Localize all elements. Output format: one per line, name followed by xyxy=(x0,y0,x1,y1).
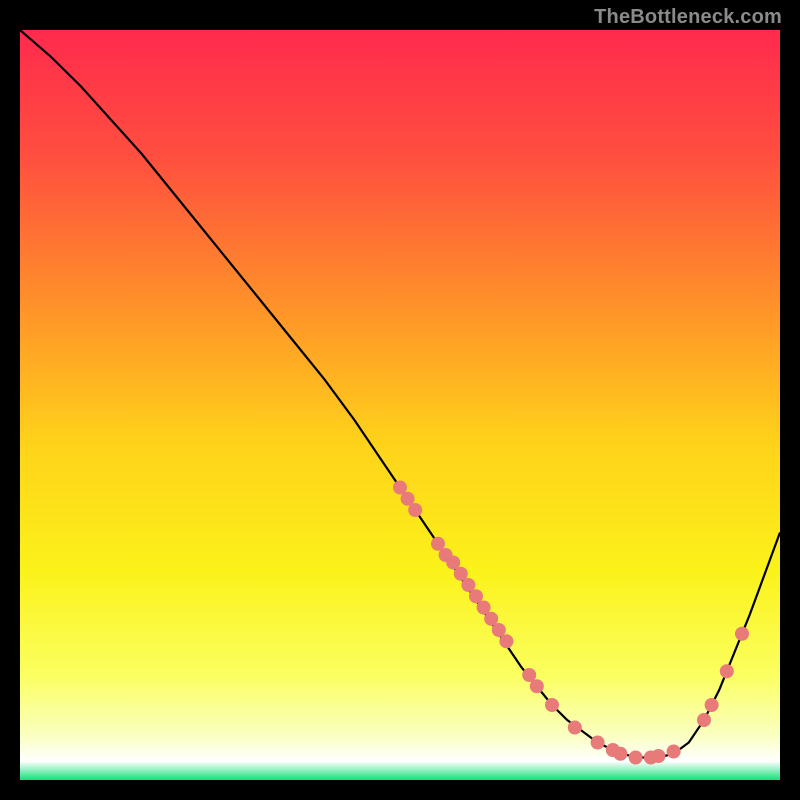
highlight-point xyxy=(705,698,719,712)
chart-container: TheBottleneck.com xyxy=(0,0,800,800)
highlight-point xyxy=(667,745,681,759)
highlight-point xyxy=(720,664,734,678)
highlight-point xyxy=(545,698,559,712)
chart-overlay xyxy=(20,30,780,780)
highlight-point xyxy=(697,713,711,727)
highlight-point xyxy=(408,503,422,517)
highlight-point xyxy=(651,749,665,763)
highlight-point xyxy=(629,751,643,765)
highlight-point xyxy=(568,721,582,735)
highlight-points xyxy=(393,481,749,765)
highlight-point xyxy=(591,736,605,750)
highlight-point xyxy=(530,679,544,693)
highlight-point xyxy=(613,747,627,761)
bottleneck-curve xyxy=(20,30,780,758)
attribution-text: TheBottleneck.com xyxy=(594,6,782,29)
plot-area xyxy=(20,30,780,780)
highlight-point xyxy=(735,627,749,641)
highlight-point xyxy=(499,634,513,648)
